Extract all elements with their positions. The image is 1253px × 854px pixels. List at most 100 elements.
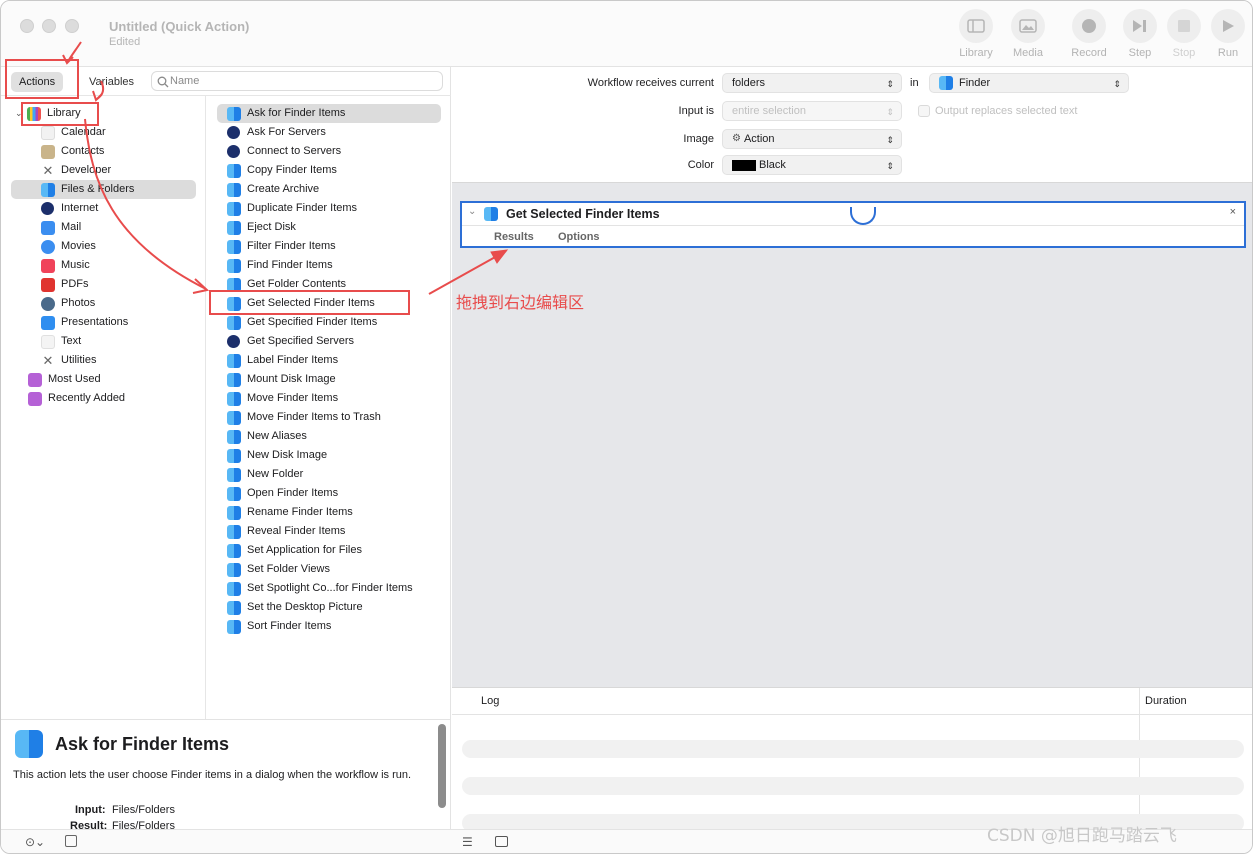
input-is-popup[interactable]: entire selection ⇕ xyxy=(722,101,902,121)
library-toolbar-button[interactable]: Library xyxy=(951,9,1001,59)
duration-column-header[interactable]: Duration xyxy=(1145,695,1187,707)
receives-popup[interactable]: folders ⇕ xyxy=(722,73,902,93)
image-popup[interactable]: ⚙ Action ⇕ xyxy=(722,129,902,149)
search-input[interactable] xyxy=(170,74,430,88)
library-item-movies[interactable]: Movies xyxy=(41,237,96,256)
library-recently-added[interactable]: Recently Added xyxy=(28,389,125,408)
action-item[interactable]: Get Specified Servers xyxy=(217,332,441,351)
action-item[interactable]: Create Archive xyxy=(217,180,441,199)
action-item[interactable]: Sort Finder Items xyxy=(217,617,441,636)
workflow-canvas[interactable]: ⌄ Get Selected Finder Items × Results Op… xyxy=(452,182,1252,687)
log-row xyxy=(462,777,1244,795)
zoom-window-button[interactable] xyxy=(65,19,79,33)
action-item[interactable]: Set the Desktop Picture xyxy=(217,598,441,617)
action-label: Eject Disk xyxy=(247,221,296,233)
action-item[interactable]: Label Finder Items xyxy=(217,351,441,370)
action-tab-options[interactable]: Options xyxy=(558,231,600,243)
updown-chevron-icon: ⇕ xyxy=(886,79,894,89)
action-item[interactable]: Move Finder Items to Trash xyxy=(217,408,441,427)
stop-toolbar-button[interactable]: Stop xyxy=(1159,9,1209,59)
action-item[interactable]: Mount Disk Image xyxy=(217,370,441,389)
action-label: Create Archive xyxy=(247,183,320,195)
finder-icon xyxy=(227,391,241,406)
description-title: Ask for Finder Items xyxy=(55,734,230,754)
input-is-label: Input is xyxy=(678,105,714,117)
library-item-music[interactable]: Music xyxy=(41,256,90,275)
step-toolbar-button[interactable]: Step xyxy=(1115,9,1165,59)
finder-icon xyxy=(227,619,241,634)
action-label: Duplicate Finder Items xyxy=(247,202,358,214)
record-toolbar-button[interactable]: Record xyxy=(1064,9,1114,59)
annotation-box-library xyxy=(21,102,99,126)
close-icon[interactable]: × xyxy=(1230,206,1236,218)
action-label: Set the Desktop Picture xyxy=(247,601,363,613)
library-item-internet[interactable]: Internet xyxy=(41,199,98,218)
checklist-icon[interactable] xyxy=(65,835,77,847)
action-item[interactable]: New Folder xyxy=(217,465,441,484)
action-label: Ask For Servers xyxy=(247,126,326,138)
minimize-window-button[interactable] xyxy=(42,19,56,33)
library-item-text[interactable]: Text xyxy=(41,332,81,351)
library-most-used[interactable]: Most Used xyxy=(28,370,101,389)
library-item-utilities[interactable]: ✕ Utilities xyxy=(41,351,97,370)
action-item[interactable]: Reveal Finder Items xyxy=(217,522,441,541)
window-title: Untitled (Quick Action) xyxy=(109,19,250,34)
action-item[interactable]: Eject Disk xyxy=(217,218,441,237)
action-label: Set Application for Files xyxy=(247,544,362,556)
tab-variables[interactable]: Variables xyxy=(81,72,142,92)
action-item[interactable]: Ask for Finder Items xyxy=(217,104,441,123)
action-card-get-selected-finder-items[interactable]: ⌄ Get Selected Finder Items × Results Op… xyxy=(460,201,1246,248)
search-icon xyxy=(157,76,169,88)
globe-icon xyxy=(41,202,54,215)
split-view-icon[interactable] xyxy=(495,836,508,847)
library-item-contacts[interactable]: Contacts xyxy=(41,142,104,161)
action-tab-results[interactable]: Results xyxy=(494,231,534,243)
library-item-files-folders[interactable]: Files & Folders xyxy=(11,180,196,199)
action-item[interactable]: Duplicate Finder Items xyxy=(217,199,441,218)
action-item[interactable]: Find Finder Items xyxy=(217,256,441,275)
action-item[interactable]: New Disk Image xyxy=(217,446,441,465)
library-column: ⌄ Library Calendar Contacts ✕ Developer F… xyxy=(1,96,206,719)
action-item[interactable]: Rename Finder Items xyxy=(217,503,441,522)
color-popup[interactable]: Black ⇕ xyxy=(722,155,902,175)
close-window-button[interactable] xyxy=(20,19,34,33)
action-item[interactable]: Filter Finder Items xyxy=(217,237,441,256)
action-item[interactable]: Set Spotlight Co...for Finder Items xyxy=(217,579,441,598)
action-item[interactable]: Set Application for Files xyxy=(217,541,441,560)
search-field[interactable] xyxy=(151,71,443,91)
annotation-box-actions xyxy=(5,59,79,99)
action-item[interactable]: Get Specified Finder Items xyxy=(217,313,441,332)
list-view-icon[interactable]: ☰ xyxy=(462,835,473,849)
action-item[interactable]: Open Finder Items xyxy=(217,484,441,503)
description-scrollbar[interactable] xyxy=(438,724,446,808)
in-application-popup[interactable]: Finder ⇕ xyxy=(929,73,1129,93)
description-text: This action lets the user choose Finder … xyxy=(13,769,412,781)
more-options-icon[interactable]: ⊙⌄ xyxy=(25,835,45,849)
finder-icon xyxy=(227,410,241,425)
finder-icon xyxy=(227,467,241,482)
library-item-mail[interactable]: Mail xyxy=(41,218,81,237)
log-column-header[interactable]: Log xyxy=(481,695,499,707)
log-header: Log Duration xyxy=(452,688,1252,715)
action-item[interactable]: Move Finder Items xyxy=(217,389,441,408)
finder-icon xyxy=(484,207,498,221)
action-item[interactable]: New Aliases xyxy=(217,427,441,446)
action-item[interactable]: Connect to Servers xyxy=(217,142,441,161)
action-label: New Disk Image xyxy=(247,449,328,461)
action-label: Move Finder Items xyxy=(247,392,339,404)
action-label: Reveal Finder Items xyxy=(247,525,346,537)
action-item[interactable]: Set Folder Views xyxy=(217,560,441,579)
library-item-presentations[interactable]: Presentations xyxy=(41,313,128,332)
library-item-developer[interactable]: ✕ Developer xyxy=(41,161,112,180)
collapse-chevron-icon[interactable]: ⌄ xyxy=(468,206,476,217)
run-toolbar-button[interactable]: Run xyxy=(1203,9,1252,59)
photo-icon xyxy=(1019,19,1037,33)
action-item[interactable]: Ask For Servers xyxy=(217,123,441,142)
finder-icon xyxy=(227,600,241,615)
output-replaces-checkbox[interactable] xyxy=(918,105,930,117)
action-item[interactable]: Copy Finder Items xyxy=(217,161,441,180)
library-item-pdfs[interactable]: PDFs xyxy=(41,275,89,294)
media-toolbar-button[interactable]: Media xyxy=(1003,9,1053,59)
library-item-photos[interactable]: Photos xyxy=(41,294,95,313)
finder-icon xyxy=(41,182,55,197)
